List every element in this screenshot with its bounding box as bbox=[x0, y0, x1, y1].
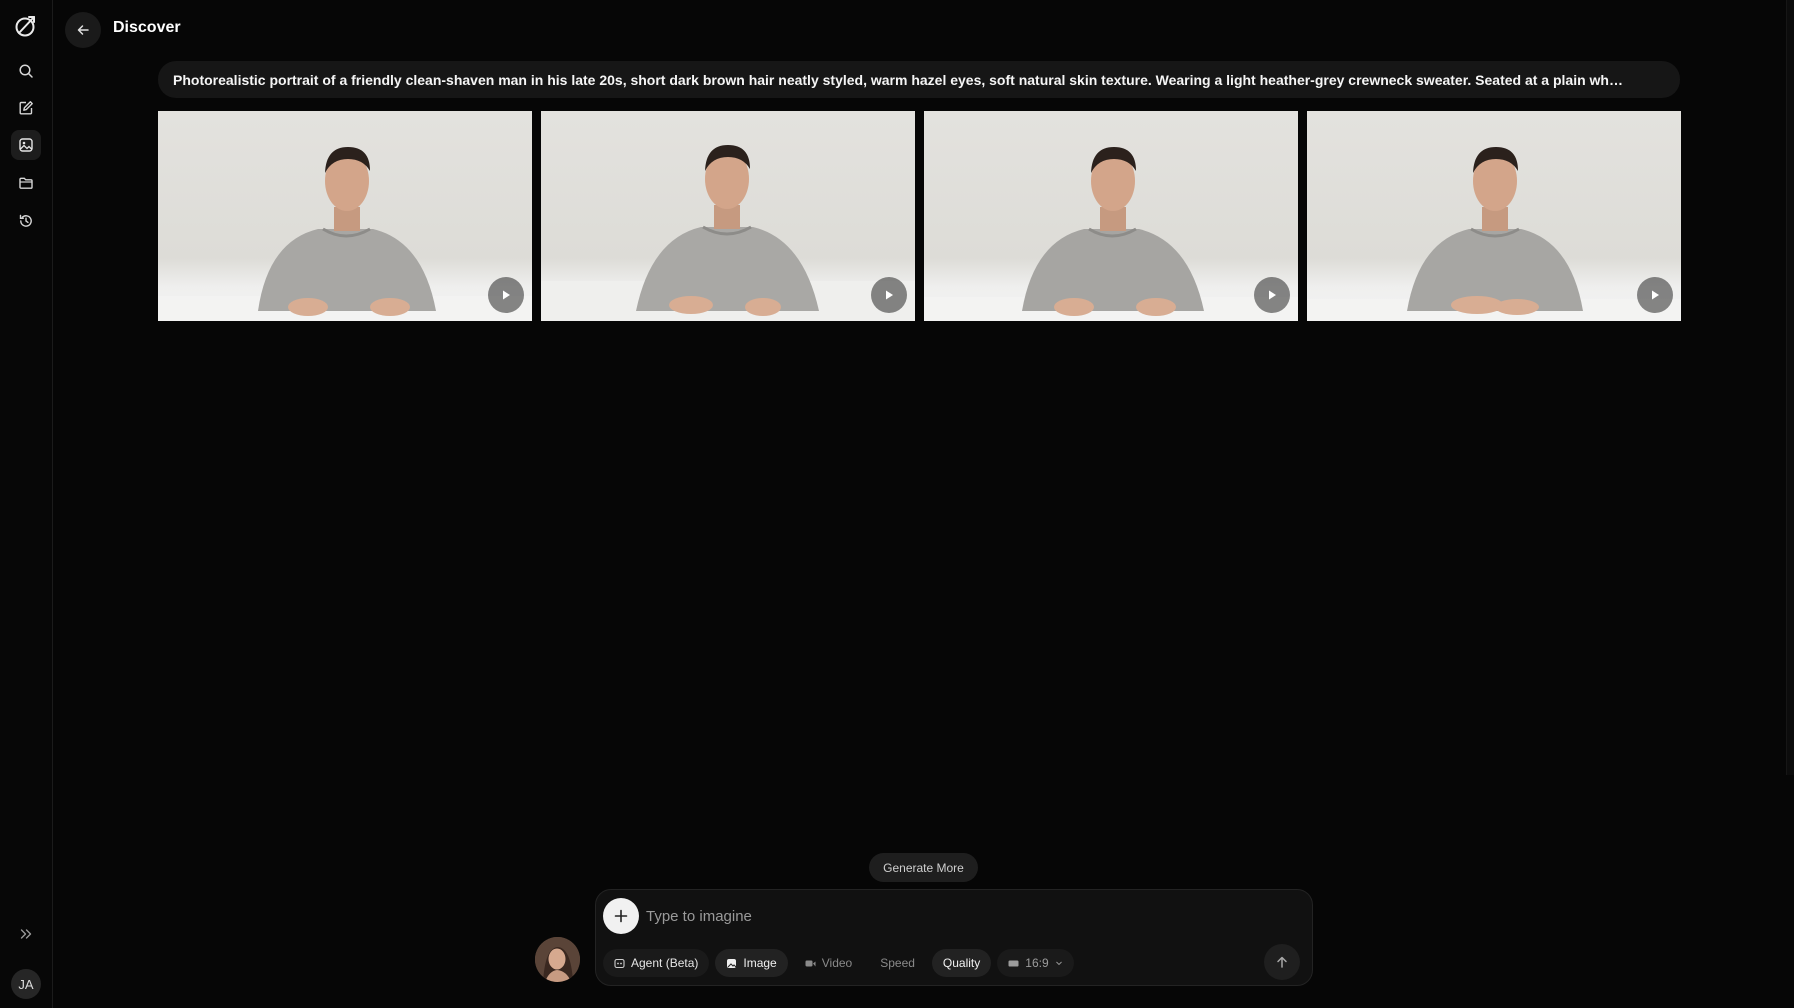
image-mode-label: Image bbox=[743, 956, 777, 970]
add-attachment-button[interactable] bbox=[603, 898, 639, 934]
prompt-text-content: Photorealistic portrait of a friendly cl… bbox=[173, 71, 1623, 88]
gallery-icon bbox=[19, 138, 33, 152]
portrait-image-3 bbox=[924, 147, 1298, 321]
image-mode-tab[interactable]: Image bbox=[715, 949, 788, 977]
plus-icon bbox=[614, 909, 628, 923]
play-button[interactable] bbox=[488, 277, 524, 313]
chevron-down-icon bbox=[1055, 961, 1062, 966]
sidebar-item-search[interactable] bbox=[11, 56, 41, 86]
sidebar: JA bbox=[0, 0, 53, 1008]
play-icon bbox=[503, 290, 510, 300]
send-button[interactable] bbox=[1264, 944, 1300, 980]
composer: Agent (Beta) Image Video Speed Q bbox=[595, 889, 1313, 986]
agent-beta-label: Agent (Beta) bbox=[631, 956, 699, 970]
play-icon bbox=[1652, 290, 1659, 300]
play-icon bbox=[886, 290, 893, 300]
edit-icon bbox=[19, 101, 33, 115]
image-icon bbox=[727, 958, 737, 968]
prompt-input[interactable] bbox=[646, 901, 1246, 931]
app-logo-icon[interactable] bbox=[13, 13, 39, 39]
video-mode-tab[interactable]: Video bbox=[794, 949, 863, 977]
page-scrollbar[interactable] bbox=[1786, 0, 1794, 775]
quality-label: Quality bbox=[942, 956, 981, 970]
sidebar-item-discover[interactable] bbox=[11, 130, 41, 160]
image-card-2[interactable] bbox=[541, 111, 915, 321]
sidebar-item-library[interactable] bbox=[11, 168, 41, 198]
user-avatar-initials[interactable]: JA bbox=[11, 969, 41, 999]
play-icon bbox=[1269, 290, 1276, 300]
reference-portrait-image bbox=[535, 937, 580, 982]
aspect-ratio-icon bbox=[1008, 960, 1019, 966]
expand-sidebar-button[interactable] bbox=[11, 919, 41, 949]
play-button[interactable] bbox=[1254, 277, 1290, 313]
agent-icon bbox=[614, 958, 625, 968]
aspect-ratio-select[interactable]: 16:9 bbox=[997, 949, 1074, 977]
reference-avatar[interactable] bbox=[535, 937, 580, 982]
page-title: Discover bbox=[113, 19, 181, 36]
image-card-1[interactable] bbox=[158, 111, 532, 321]
generate-more-button[interactable]: Generate More bbox=[869, 853, 978, 882]
sidebar-item-create[interactable] bbox=[11, 93, 41, 123]
arrow-up-icon bbox=[1277, 956, 1287, 968]
arrow-left-icon bbox=[77, 25, 89, 35]
speed-label: Speed bbox=[880, 956, 915, 970]
video-mode-label: Video bbox=[821, 956, 853, 970]
history-icon bbox=[19, 214, 32, 227]
search-icon bbox=[19, 64, 33, 78]
aspect-ratio-label: 16:9 bbox=[1025, 956, 1049, 970]
prompt-text[interactable]: Photorealistic portrait of a friendly cl… bbox=[158, 61, 1680, 98]
portrait-image-4 bbox=[1307, 147, 1681, 321]
back-button[interactable] bbox=[65, 12, 101, 48]
image-card-4[interactable] bbox=[1307, 111, 1681, 321]
folder-icon bbox=[19, 177, 33, 189]
composer-options: Agent (Beta) Image Video Speed Quality 1… bbox=[603, 949, 1074, 977]
speed-option[interactable]: Speed bbox=[869, 949, 926, 977]
app-root: JA Discover Photorealistic portrait of a… bbox=[0, 0, 1794, 1008]
quality-option[interactable]: Quality bbox=[931, 949, 992, 977]
agent-beta-toggle[interactable]: Agent (Beta) bbox=[603, 949, 710, 977]
video-icon bbox=[805, 960, 816, 966]
play-button[interactable] bbox=[871, 277, 907, 313]
portrait-image-2 bbox=[541, 145, 915, 321]
sidebar-item-history[interactable] bbox=[11, 206, 41, 236]
double-chevron-right-icon bbox=[20, 929, 32, 939]
image-card-3[interactable] bbox=[924, 111, 1298, 321]
play-button[interactable] bbox=[1637, 277, 1673, 313]
portrait-image-1 bbox=[158, 147, 532, 321]
